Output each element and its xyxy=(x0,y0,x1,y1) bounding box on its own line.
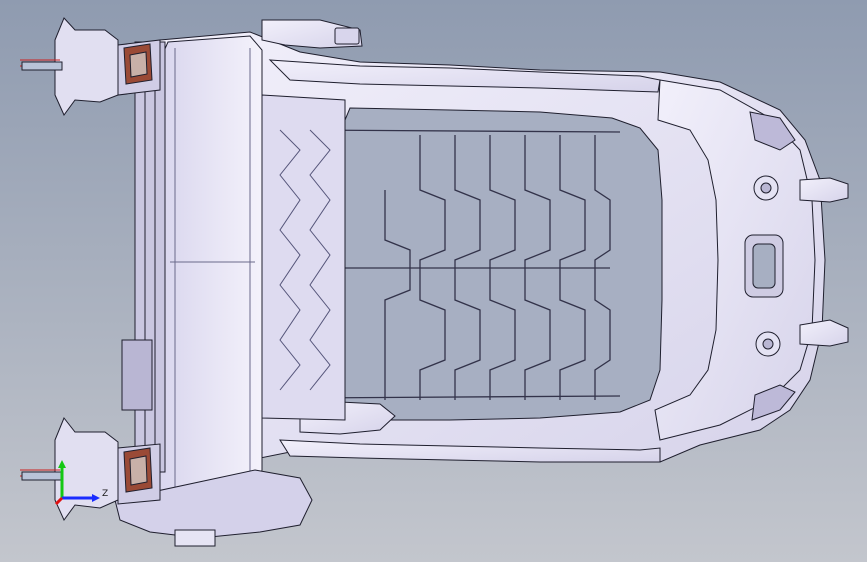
cad-viewport[interactable]: Z xyxy=(0,0,867,562)
axis-triad: Z xyxy=(54,460,108,506)
seat-frame-model[interactable] xyxy=(0,0,867,562)
x-axis-arrow xyxy=(92,494,100,502)
frame-opening xyxy=(344,107,663,421)
hinge-strip xyxy=(121,41,166,473)
y-axis-arrow xyxy=(58,460,66,468)
z-axis-label: Z xyxy=(102,489,108,499)
z-axis-line xyxy=(54,496,64,506)
rear-panel xyxy=(261,94,346,421)
